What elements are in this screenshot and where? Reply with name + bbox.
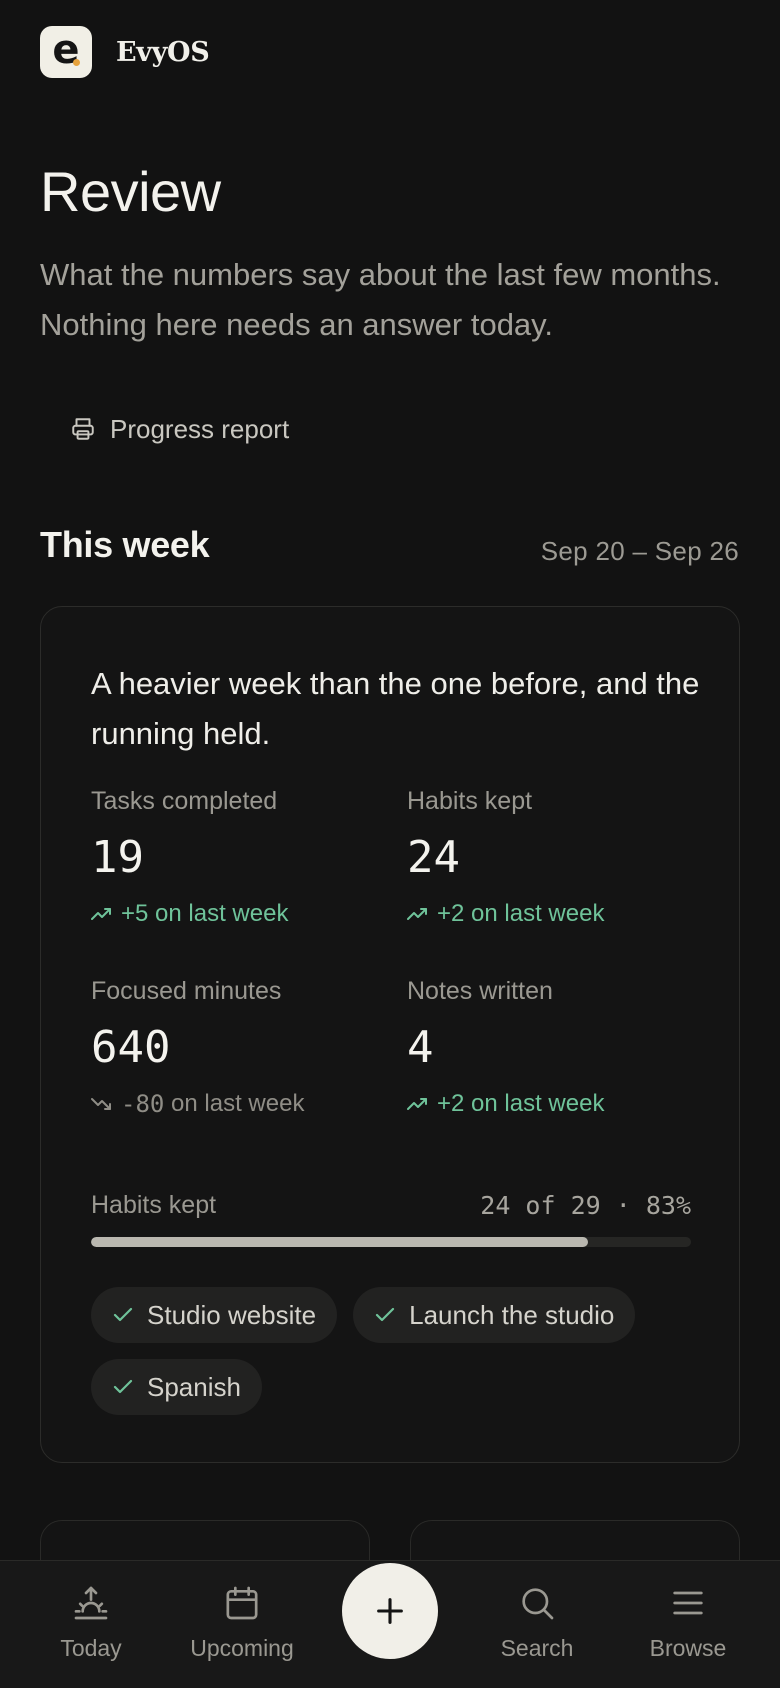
progress-report-label: Progress report bbox=[110, 413, 290, 444]
nav-item-today[interactable]: Today bbox=[16, 1583, 166, 1662]
check-icon bbox=[113, 1307, 133, 1322]
habits-progress-fill bbox=[91, 1237, 588, 1247]
menu-icon bbox=[673, 1591, 703, 1615]
weekly-review-card: A heavier week than the one before, and … bbox=[40, 606, 740, 1463]
delta-value: +2 bbox=[437, 1090, 465, 1117]
chip-label: Studio website bbox=[147, 1299, 317, 1330]
nav-label: Browse bbox=[649, 1635, 727, 1661]
stat-habits-kept: Habits kept 24 +2 on last week bbox=[407, 787, 707, 928]
habits-progress-bar bbox=[91, 1237, 691, 1247]
add-button[interactable] bbox=[342, 1563, 438, 1659]
app-logo[interactable]: e bbox=[40, 26, 92, 78]
delta-suffix: on last week bbox=[471, 900, 605, 927]
nav-item-browse[interactable]: Browse bbox=[613, 1583, 763, 1662]
progress-report-button[interactable]: Progress report bbox=[56, 404, 303, 454]
page-title: Review bbox=[40, 160, 221, 223]
delta-value: +2 bbox=[437, 900, 465, 927]
chip-spanish[interactable]: Spanish bbox=[91, 1359, 262, 1415]
habits-progress-value: 24 of 29 · 83% bbox=[480, 1191, 691, 1220]
review-screen: e EvyOS Review What the numbers say abou… bbox=[0, 0, 780, 1688]
trend-up-icon bbox=[91, 908, 111, 920]
stat-value: 640 bbox=[91, 1022, 171, 1073]
delta-suffix: on last week bbox=[471, 1090, 605, 1117]
delta-value: +5 bbox=[121, 900, 149, 927]
stat-label: Notes written bbox=[407, 977, 553, 1005]
stat-label: Tasks completed bbox=[91, 787, 278, 815]
delta-value: -80 bbox=[121, 1090, 165, 1118]
trend-up-icon bbox=[407, 1098, 427, 1110]
page-subtitle: What the numbers say about the last few … bbox=[40, 257, 721, 342]
week-summary: A heavier week than the one before, and … bbox=[91, 666, 700, 751]
chip-label: Spanish bbox=[147, 1371, 241, 1402]
week-date-range: Sep 20 – Sep 26 bbox=[540, 536, 739, 566]
trend-down-icon bbox=[91, 1098, 111, 1110]
nav-label: Today bbox=[60, 1635, 122, 1661]
stat-label: Focused minutes bbox=[91, 977, 282, 1005]
stat-delta: -80 on last week bbox=[91, 1090, 391, 1118]
app-name: EvyOS bbox=[116, 36, 210, 68]
stat-value: 19 bbox=[91, 832, 144, 883]
nav-item-upcoming[interactable]: Upcoming bbox=[167, 1583, 317, 1662]
nav-item-search[interactable]: Search bbox=[462, 1583, 612, 1662]
plus-icon bbox=[377, 1598, 403, 1624]
chip-studio-website[interactable]: Studio website bbox=[91, 1287, 338, 1343]
stat-value: 4 bbox=[407, 1022, 434, 1073]
search-icon bbox=[522, 1588, 554, 1620]
stat-tasks-completed: Tasks completed 19 +5 on last week bbox=[91, 787, 391, 928]
stat-value: 24 bbox=[407, 832, 460, 883]
stat-notes-written: Notes written 4 +2 on last week bbox=[407, 977, 707, 1118]
stat-delta: +2 on last week bbox=[407, 900, 707, 928]
calendar-icon bbox=[226, 1586, 258, 1620]
chip-launch-the-studio[interactable]: Launch the studio bbox=[353, 1287, 636, 1343]
nav-label: Search bbox=[500, 1635, 574, 1661]
stat-delta: +2 on last week bbox=[407, 1090, 707, 1118]
app-header: e EvyOS bbox=[40, 26, 210, 78]
logo-dot bbox=[73, 59, 80, 66]
sunrise-icon bbox=[74, 1586, 108, 1620]
stat-delta: +5 on last week bbox=[91, 900, 391, 928]
check-icon bbox=[376, 1307, 395, 1322]
stat-focused-minutes: Focused minutes 640 -80 on last week bbox=[91, 977, 391, 1118]
delta-suffix: on last week bbox=[171, 1090, 305, 1117]
nav-label: Upcoming bbox=[190, 1635, 294, 1661]
chip-label: Launch the studio bbox=[409, 1299, 615, 1330]
delta-suffix: on last week bbox=[155, 900, 289, 927]
habit-chips: Studio website Launch the studio Spanish bbox=[91, 1287, 701, 1415]
habits-progress-label: Habits kept bbox=[91, 1191, 217, 1219]
check-icon bbox=[113, 1379, 133, 1394]
printer-icon bbox=[72, 418, 94, 440]
stat-label: Habits kept bbox=[407, 787, 533, 815]
trend-up-icon bbox=[407, 908, 427, 920]
section-title-this-week: This week bbox=[40, 524, 210, 565]
